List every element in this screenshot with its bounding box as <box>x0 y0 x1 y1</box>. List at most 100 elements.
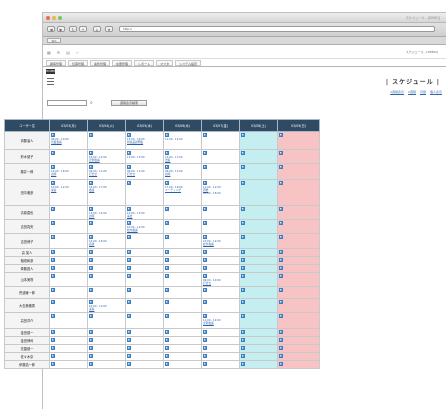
edit-icon[interactable] <box>89 330 93 334</box>
menu-item-slips[interactable]: 伝票管理 <box>68 59 89 66</box>
schedule-cell[interactable] <box>49 352 88 361</box>
edit-icon[interactable] <box>51 346 55 350</box>
schedule-cell[interactable] <box>277 179 320 206</box>
schedule-cell[interactable] <box>49 219 88 234</box>
schedule-cell[interactable] <box>277 219 320 234</box>
edit-icon[interactable] <box>51 258 55 262</box>
schedule-cell[interactable] <box>163 312 202 329</box>
edit-icon[interactable] <box>51 151 55 155</box>
schedule-cell[interactable] <box>125 352 164 361</box>
schedule-cell[interactable]: 15:00 - 17:00 会議 <box>87 179 126 206</box>
schedule-cell[interactable] <box>277 352 320 361</box>
schedule-cell[interactable] <box>239 233 278 249</box>
edit-icon[interactable] <box>127 235 131 239</box>
search-icon[interactable]: ⌕ <box>90 100 93 106</box>
edit-icon[interactable] <box>203 151 207 155</box>
schedule-cell[interactable] <box>201 248 240 257</box>
schedule-cell[interactable] <box>49 272 88 287</box>
schedule-cell[interactable] <box>163 344 202 353</box>
edit-icon[interactable] <box>51 181 55 185</box>
schedule-cell[interactable] <box>239 272 278 287</box>
edit-icon[interactable] <box>51 165 55 169</box>
schedule-cell[interactable] <box>87 328 126 337</box>
event-link[interactable]: 訪問 <box>165 173 200 176</box>
edit-icon[interactable] <box>279 338 283 342</box>
back-icon[interactable]: ◀ <box>47 26 55 32</box>
event-time[interactable]: 13:00 - 15:00 <box>127 156 162 159</box>
schedule-cell[interactable] <box>125 264 164 273</box>
column-header-day[interactable]: 03/03(月) <box>49 119 88 132</box>
schedule-cell[interactable] <box>163 256 202 265</box>
schedule-cell[interactable] <box>277 205 320 220</box>
edit-icon[interactable] <box>51 235 55 239</box>
schedule-cell[interactable] <box>125 328 164 337</box>
schedule-cell[interactable] <box>87 264 126 273</box>
schedule-cell[interactable] <box>125 336 164 345</box>
edit-icon[interactable] <box>165 235 169 239</box>
edit-icon[interactable] <box>203 362 207 366</box>
schedule-cell[interactable]: 13:00 - 17:00 出張 <box>163 149 202 164</box>
schedule-cell[interactable]: 09:00 - 10:00 営業会議 <box>49 131 88 150</box>
edit-icon[interactable] <box>165 346 169 350</box>
user-name-cell[interactable]: 金田健一 <box>4 328 50 337</box>
schedule-cell[interactable] <box>49 264 88 273</box>
edit-icon[interactable] <box>279 314 283 318</box>
schedule-cell[interactable] <box>277 286 320 299</box>
schedule-cell[interactable] <box>201 336 240 345</box>
event-link[interactable]: 来社 <box>127 215 162 218</box>
edit-icon[interactable] <box>51 330 55 334</box>
menu-item-system[interactable]: システム設定 <box>175 59 202 66</box>
edit-icon[interactable] <box>241 314 245 318</box>
edit-icon[interactable] <box>51 314 55 318</box>
edit-icon[interactable] <box>127 258 131 262</box>
schedule-cell[interactable] <box>239 256 278 265</box>
edit-icon[interactable] <box>279 235 283 239</box>
column-header-day[interactable]: 03/07(金) <box>201 119 240 132</box>
schedule-cell[interactable] <box>201 256 240 265</box>
event-link[interactable]: 会議 <box>89 189 124 192</box>
tab-home[interactable]: HOME <box>46 69 55 74</box>
schedule-cell[interactable] <box>277 360 320 369</box>
user-name-cell[interactable]: 斉藤昌人 <box>4 264 50 273</box>
edit-icon[interactable] <box>89 181 93 185</box>
edit-icon[interactable] <box>165 181 169 185</box>
edit-icon[interactable] <box>165 314 169 318</box>
schedule-cell[interactable] <box>277 344 320 353</box>
schedule-cell[interactable] <box>277 272 320 287</box>
edit-icon[interactable] <box>165 338 169 342</box>
schedule-cell[interactable] <box>277 149 320 164</box>
edit-icon[interactable] <box>51 274 55 278</box>
edit-icon[interactable] <box>241 258 245 262</box>
edit-icon[interactable] <box>279 288 283 292</box>
edit-icon[interactable] <box>203 133 207 137</box>
edit-icon[interactable] <box>127 338 131 342</box>
schedule-cell[interactable]: 11:00 - 12:00 <box>163 131 202 150</box>
schedule-cell[interactable] <box>87 272 126 287</box>
user-name-cell[interactable]: 藤井一郎 <box>4 163 50 180</box>
schedule-cell[interactable] <box>163 352 202 361</box>
schedule-cell[interactable] <box>277 312 320 329</box>
edit-icon[interactable] <box>165 165 169 169</box>
event-link[interactable]: 打合せ <box>89 173 124 176</box>
schedule-cell[interactable] <box>201 163 240 180</box>
edit-icon[interactable] <box>279 258 283 262</box>
edit-icon[interactable] <box>203 235 207 239</box>
schedule-cell[interactable]: 13:00 - 15:00 来社 <box>125 205 164 220</box>
schedule-cell[interactable] <box>163 219 202 234</box>
edit-icon[interactable] <box>241 300 245 304</box>
edit-icon[interactable] <box>51 338 55 342</box>
schedule-cell[interactable] <box>87 312 126 329</box>
reload-icon[interactable]: ↻ <box>69 26 77 32</box>
edit-icon[interactable] <box>241 266 245 270</box>
edit-icon[interactable] <box>241 207 245 211</box>
edit-icon[interactable] <box>127 207 131 211</box>
schedule-cell[interactable]: 11:00 - 12:00 研修 16:00 - 18:00 <box>201 179 240 206</box>
mail-icon[interactable]: ✉ <box>57 50 66 55</box>
forward-icon[interactable]: ▶ <box>57 26 65 32</box>
column-header-day[interactable]: 03/05(水) <box>125 119 164 132</box>
event-link[interactable]: 社内会議 <box>127 229 162 232</box>
edit-icon[interactable] <box>127 221 131 225</box>
schedule-cell[interactable] <box>239 264 278 273</box>
schedule-cell[interactable] <box>201 344 240 353</box>
schedule-cell[interactable] <box>125 272 164 287</box>
